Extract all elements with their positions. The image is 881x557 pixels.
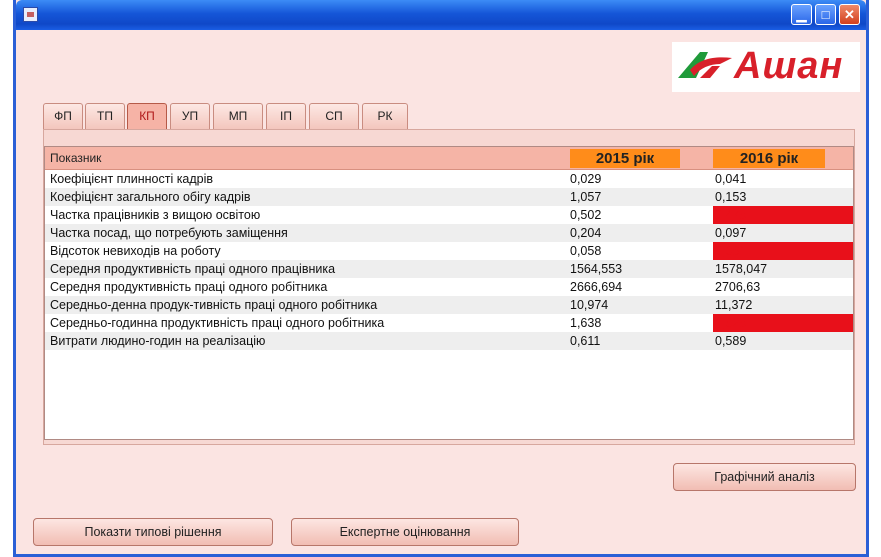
table-row[interactable]: Частка посад, що потребують заміщення 0,2… (45, 224, 853, 242)
value-2015: 0,058 (570, 244, 602, 258)
value-2015: 1564,553 (570, 262, 623, 276)
tab-up[interactable]: УП (170, 103, 210, 129)
tab-sp[interactable]: СП (309, 103, 359, 129)
tab-kp[interactable]: КП (127, 103, 167, 129)
maximize-button[interactable]: □ (815, 4, 836, 25)
header-2016: 2016 рік (713, 149, 825, 168)
auchan-logo: Ашан (672, 42, 860, 92)
table-row[interactable]: Середньо-годинна продуктивність праці од… (45, 314, 853, 332)
value-2016: 0,041 (715, 172, 747, 186)
value-2016-flagged: 1,625 (713, 314, 853, 332)
value-2016-flagged: 0,081 (713, 242, 853, 260)
value-2015: 0,611 (570, 334, 601, 348)
indicator-name: Відсоток невиходів на роботу (50, 244, 221, 258)
table-row[interactable]: Частка працівників з вищою освітою 0,502 0… (45, 206, 853, 224)
minimize-button[interactable]: ▁ (791, 4, 812, 25)
indicators-table: Показник 2015 рік 2016 рік Коефіцієнт пл… (44, 146, 854, 440)
value-2016: 0,097 (715, 226, 747, 240)
header-indicator: Показник (50, 151, 102, 165)
value-2015: 0,029 (570, 172, 602, 186)
table-row[interactable]: Коефіцієнт плинності кадрів 0,029 0,041 (45, 170, 853, 188)
expert-evaluation-button[interactable]: Експертне оцінювання (291, 518, 519, 546)
title-bar[interactable]: ▁ □ ✕ (16, 0, 866, 30)
value-2015: 0,502 (570, 208, 602, 222)
table-row[interactable]: Середньо-денна продук-тивність праці одн… (45, 296, 853, 314)
indicator-name: Середньо-денна продук-тивність праці одн… (50, 298, 378, 312)
indicator-name: Середня продуктивність праці одного прац… (50, 262, 336, 276)
header-2015: 2015 рік (570, 149, 680, 168)
indicator-name: Середня продуктивність праці одного робі… (50, 280, 328, 294)
value-2015: 10,974 (570, 298, 609, 312)
table-row[interactable]: Середня продуктивність праці одного робі… (45, 278, 853, 296)
indicator-name: Витрати людино-годин на реалізацію (50, 334, 266, 348)
show-solutions-button[interactable]: Показти типові рішення (33, 518, 273, 546)
value-2016: 1578,047 (715, 262, 768, 276)
tab-panel: Показник 2015 рік 2016 рік Коефіцієнт пл… (43, 129, 855, 445)
close-button[interactable]: ✕ (839, 4, 860, 25)
value-2015: 1,638 (570, 316, 602, 330)
tab-ip[interactable]: ІП (266, 103, 306, 129)
tab-tp[interactable]: ТП (85, 103, 125, 129)
value-2016: 0,589 (715, 334, 747, 348)
tab-mp[interactable]: МП (213, 103, 263, 129)
value-2015: 0,204 (570, 226, 602, 240)
app-window: ▁ □ ✕ Ашан ФП ТП КП УП МП ІП СП РК Показ… (13, 0, 869, 557)
app-icon (23, 7, 38, 22)
table-header: Показник 2015 рік 2016 рік (45, 147, 853, 170)
value-2015: 1,057 (570, 190, 602, 204)
logo-text: Ашан (734, 45, 844, 87)
value-2015: 2666,694 (570, 280, 623, 294)
table-row[interactable]: Відсоток невиходів на роботу 0,058 0,081 (45, 242, 853, 260)
tab-fp[interactable]: ФП (43, 103, 83, 129)
table-row[interactable]: Витрати людино-годин на реалізацію 0,611 0… (45, 332, 853, 350)
tab-rk[interactable]: РК (362, 103, 408, 129)
value-2016: 11,372 (715, 298, 753, 312)
graph-analysis-button[interactable]: Графічний аналіз (673, 463, 856, 491)
indicator-name: Частка посад, що потребують заміщення (50, 226, 288, 240)
value-2016: 0,153 (715, 190, 747, 204)
table-row[interactable]: Коефіцієнт загального обігу кадрів 1,057 0… (45, 188, 853, 206)
value-2016: 2706,63 (715, 280, 761, 294)
indicator-name: Коефіцієнт загального обігу кадрів (50, 190, 251, 204)
indicator-name: Коефіцієнт плинності кадрів (50, 172, 214, 186)
value-2016-flagged: 0,475 (713, 206, 853, 224)
table-row[interactable]: Середня продуктивність праці одного прац… (45, 260, 853, 278)
bird-logo-icon (678, 52, 732, 78)
indicator-name: Середньо-годинна продуктивність праці од… (50, 316, 385, 330)
indicator-name: Частка працівників з вищою освітою (50, 208, 261, 222)
